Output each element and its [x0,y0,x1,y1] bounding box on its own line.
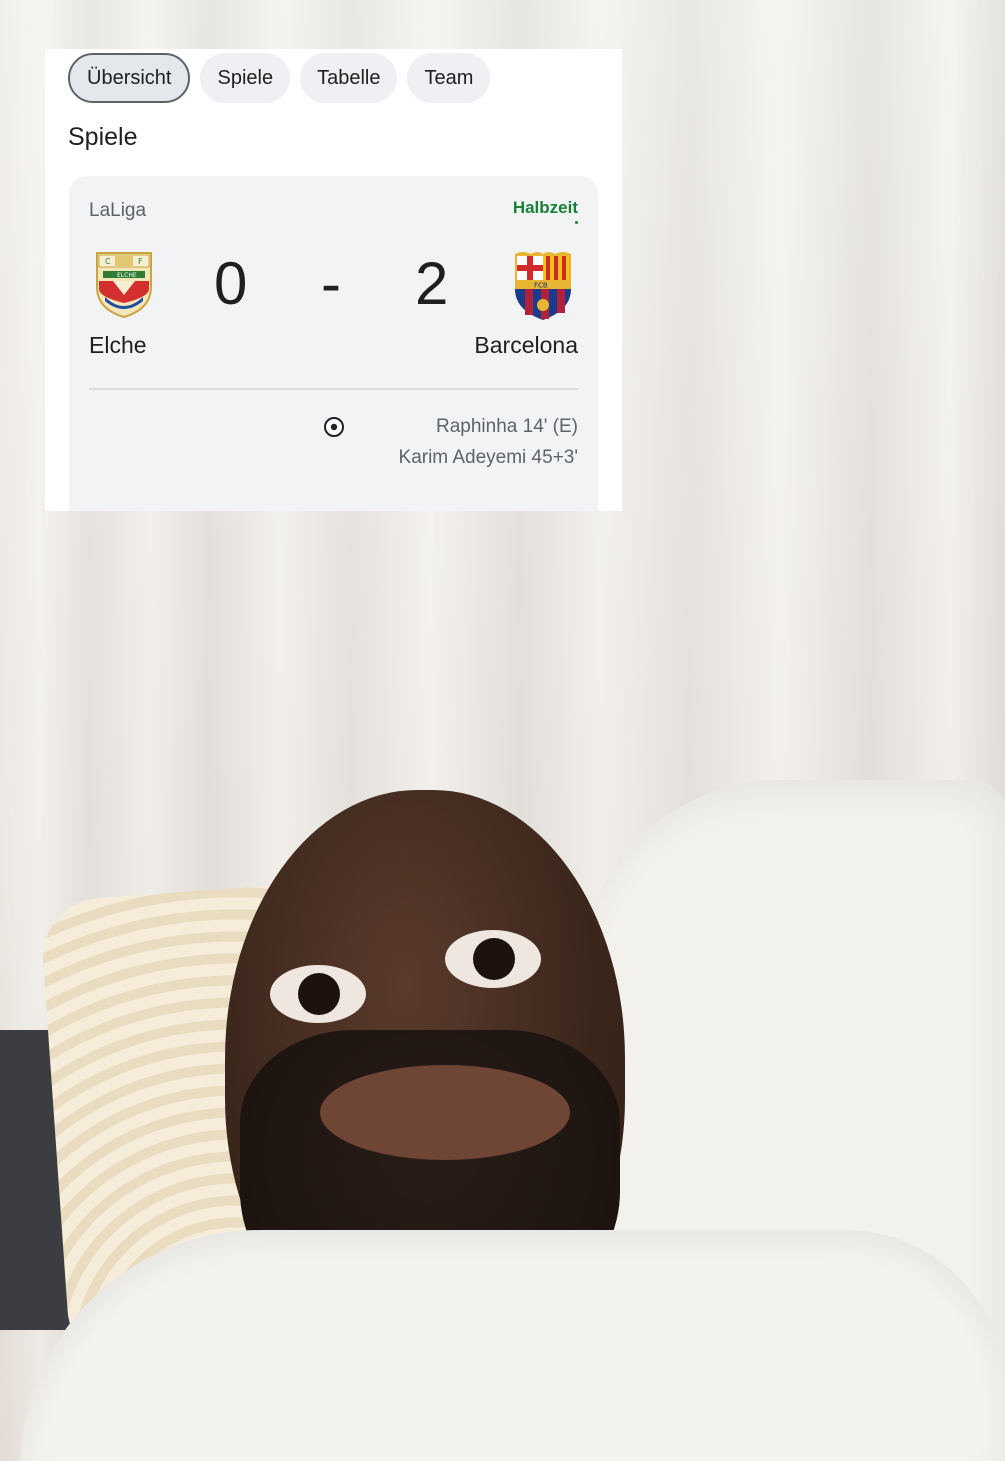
tab-team[interactable]: Team [407,53,491,103]
scorer-entry: Karim Adeyemi 45+3' [398,447,578,468]
person-mouth [320,1065,570,1160]
tab-bar: Übersicht Spiele Tabelle Team [68,53,491,103]
section-title: Spiele [68,123,138,151]
person-eye-right [445,930,541,988]
divider [89,388,578,390]
score-widget: Übersicht Spiele Tabelle Team Spiele LaL… [45,49,622,511]
barcelona-crest-icon: FCB [515,252,571,320]
home-team-name: Elche [89,332,147,358]
svg-text:C: C [105,257,111,266]
tab-matches[interactable]: Spiele [200,53,291,103]
score-separator: - [321,250,341,317]
away-score: 2 [415,250,449,317]
person-shirt [20,1230,1005,1461]
soccer-ball-icon [324,417,344,437]
tab-table[interactable]: Tabelle [300,53,398,103]
svg-text:ELCHE: ELCHE [117,272,137,279]
svg-text:F: F [138,257,143,266]
match-card[interactable]: LaLiga Halbzeit C F ELCHE 0 - 2 FCB Elch… [69,176,598,511]
live-dot [575,221,578,224]
match-status: Halbzeit [512,198,578,217]
elche-crest-icon: C F ELCHE [96,252,152,319]
away-team-name: Barcelona [474,332,578,358]
tab-overview[interactable]: Übersicht [68,53,191,103]
scorer-entry: Raphinha 14' (E) [436,416,578,437]
home-score: 0 [214,250,248,317]
svg-text:FCB: FCB [534,282,548,290]
league-label: LaLiga [89,200,147,221]
person-eye-left [270,965,366,1023]
goal-scorers: Raphinha 14' (E) Karim Adeyemi 45+3' [399,411,578,473]
